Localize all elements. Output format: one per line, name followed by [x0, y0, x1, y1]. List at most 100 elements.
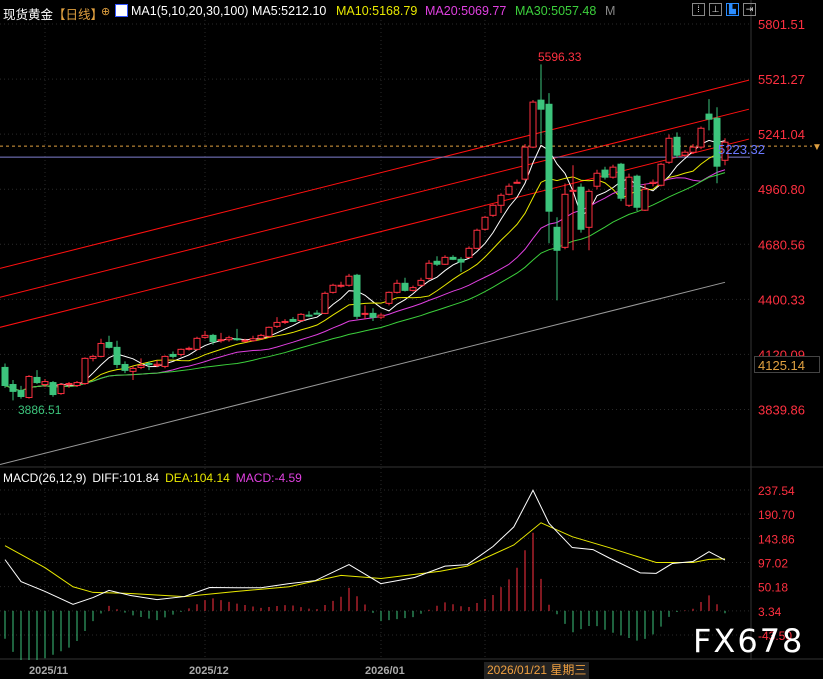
candle-up — [593, 172, 601, 187]
macd-value: MACD:-4.59 — [235, 471, 302, 485]
grid-icon[interactable]: ⁞ — [692, 3, 705, 16]
date-tick-label: 2025/12 — [189, 665, 229, 677]
candle-down — [705, 113, 713, 120]
candle-up — [345, 275, 353, 286]
dea-value: DEA:104.14 — [165, 471, 230, 485]
period-selector[interactable]: 【日线】 — [53, 4, 103, 23]
candle-up — [569, 189, 577, 192]
candle-up — [585, 190, 593, 228]
ma5-line — [4, 139, 726, 392]
candle-down — [105, 341, 113, 348]
candle-up — [417, 279, 425, 286]
candle-down — [113, 346, 121, 365]
price-axis[interactable]: 5801.515521.275241.044960.804680.564400.… — [758, 17, 805, 643]
current-price-arrow-icon[interactable]: ▼ — [812, 142, 822, 153]
candle-up — [321, 292, 329, 314]
candle-up — [505, 185, 513, 195]
candle-down — [601, 169, 609, 178]
candle-down — [17, 389, 25, 398]
indicator-icon[interactable] — [115, 4, 128, 17]
trend-line — [0, 79, 750, 269]
candle-up — [609, 166, 617, 178]
candle-up — [225, 337, 233, 341]
candle-down — [145, 362, 153, 365]
crosshair-icon[interactable]: ⊕ — [101, 5, 110, 18]
bar-mode-icon[interactable]: ▙ — [726, 3, 739, 16]
candle-up — [409, 287, 417, 291]
candle-down — [305, 314, 313, 317]
candle-up — [497, 194, 505, 206]
ma10-value: MA10:5168.79 — [336, 4, 418, 18]
date-tick-label: 2026/01 — [365, 665, 405, 677]
date-axis[interactable]: 2025/11 2025/12 2026/01 — [29, 665, 405, 677]
ma5-value: MA5:5212.10 — [252, 4, 327, 18]
candle-up — [193, 337, 201, 350]
candles — [1, 64, 729, 401]
exit-icon[interactable]: ⇥ — [743, 3, 756, 16]
more-ma-button[interactable]: M — [605, 4, 615, 18]
candle-up — [657, 163, 665, 186]
candle-up — [425, 262, 433, 279]
candle-up — [697, 127, 705, 148]
candle-up — [529, 101, 537, 148]
price-tick-label: 3839.86 — [758, 403, 805, 418]
candle-down — [433, 260, 441, 265]
ma20-line — [4, 169, 726, 392]
selected-date-label: 2026/01/21 星期三 — [484, 662, 590, 679]
candle-up — [689, 146, 697, 153]
candle-down — [33, 376, 41, 384]
price-tick-label: 4400.33 — [758, 292, 805, 307]
chart-header: 现货黄金 【日线】 ⊕ MA1(5,10,20,30,100) MA5:5212… — [0, 0, 823, 22]
candle-up — [217, 339, 225, 342]
candle-down — [9, 384, 17, 392]
candle-down — [1, 366, 9, 386]
candle-up — [473, 229, 481, 249]
candle-down — [289, 318, 297, 322]
macd-tick-label: 237.54 — [758, 484, 795, 498]
candle-up — [625, 176, 633, 206]
candle-up — [393, 282, 401, 293]
candle-up — [465, 247, 473, 258]
fit-range-icon[interactable]: ⊥ — [709, 3, 722, 16]
price-tick-label: 4960.80 — [758, 182, 805, 197]
price-tick-label: 4680.56 — [758, 237, 805, 252]
candle-up — [649, 181, 657, 184]
diff-line — [4, 489, 726, 605]
candle-up — [265, 326, 273, 337]
dea-line — [4, 522, 726, 598]
diff-value: DIFF:101.84 — [92, 471, 160, 485]
candle-up — [681, 151, 689, 156]
chart-canvas[interactable]: 5801.515521.275241.044960.804680.564400.… — [0, 0, 823, 679]
candle-down — [449, 256, 457, 260]
candle-up — [513, 181, 521, 184]
candle-down — [233, 338, 241, 341]
candle-up — [521, 146, 529, 180]
candle-up — [281, 320, 289, 323]
candle-down — [313, 312, 321, 315]
candle-up — [185, 347, 193, 350]
candle-up — [561, 193, 569, 248]
candle-up — [41, 381, 49, 386]
price-tick-label: 5241.04 — [758, 127, 805, 142]
cursor-price-readout: 4125.14 — [754, 356, 820, 373]
candle-up — [137, 364, 145, 368]
candle-up — [273, 321, 281, 327]
ma-params[interactable]: MA1(5,10,20,30,100) — [131, 4, 248, 18]
macd-tick-label: 50.18 — [758, 581, 788, 595]
candle-up — [73, 382, 81, 386]
watermark-logo: FX678 — [693, 622, 805, 660]
moving-averages — [4, 139, 726, 392]
candle-up — [25, 375, 33, 398]
candle-down — [537, 99, 545, 110]
macd-title[interactable]: MACD(26,12,9) — [3, 471, 86, 485]
max-price-label: 5596.33 — [538, 50, 582, 64]
candle-up — [361, 312, 369, 315]
candle-down — [553, 226, 561, 251]
candle-up — [57, 384, 65, 395]
candle-up — [329, 284, 337, 293]
macd-tick-label: 3.34 — [758, 605, 782, 619]
candle-up — [257, 334, 265, 339]
macd-header: MACD(26,12,9) DIFF:101.84 DEA:104.14 MACD:-… — [3, 471, 308, 485]
candle-down — [545, 103, 553, 212]
candle-up — [249, 338, 257, 342]
